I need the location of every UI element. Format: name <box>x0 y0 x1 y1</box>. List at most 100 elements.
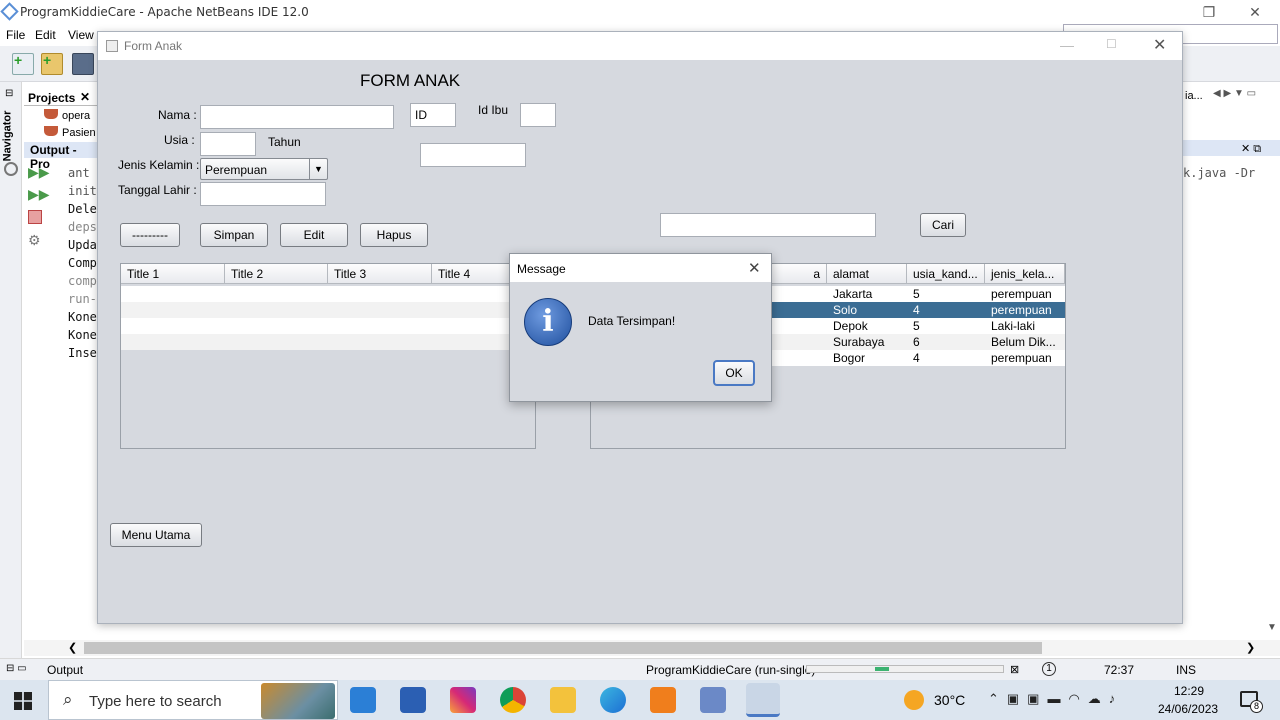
close-projects-icon[interactable]: ✕ <box>80 90 90 104</box>
java-app-icon[interactable] <box>746 683 780 717</box>
column-header[interactable]: alamat <box>827 264 907 284</box>
column-header[interactable]: usia_kand... <box>907 264 985 284</box>
netbeans-logo-icon <box>0 2 19 21</box>
scroll-right-icon[interactable]: ❯ <box>1246 641 1255 654</box>
column-header[interactable]: Title 2 <box>225 264 328 284</box>
tanggal-lahir-input[interactable] <box>200 182 326 206</box>
vscode-style-app-icon[interactable] <box>400 687 426 713</box>
project-item[interactable]: opera <box>30 109 90 122</box>
dialog-close-icon[interactable]: ✕ <box>748 259 761 277</box>
output-line: Comp <box>68 256 97 270</box>
taskbar-search-placeholder: Type here to search <box>89 693 222 710</box>
output-line: Kone <box>68 310 97 324</box>
output-horizontal-scrollbar[interactable]: ❮ ❯ <box>24 640 1280 656</box>
column-header[interactable]: Title 1 <box>121 264 225 284</box>
column-header[interactable]: Title 3 <box>328 264 432 284</box>
tray-icons[interactable]: ⌃▣▣▬◠☁♪ <box>988 691 1123 707</box>
ide-status-bar: ⊟ ▭ Output ProgramKiddieCare (run-single… <box>0 658 1280 680</box>
clock-date[interactable]: 24/06/2023 <box>1158 702 1218 716</box>
project-item[interactable]: Pasien <box>30 126 96 139</box>
close-output-icon[interactable]: ✕ ⧉ <box>1241 142 1261 156</box>
instagram-icon[interactable] <box>450 687 476 713</box>
project-item-label: Pasien <box>62 127 96 139</box>
table-row[interactable] <box>121 286 535 302</box>
stop-task-icon[interactable]: ⊠ <box>1010 663 1019 676</box>
coffee-cup-icon <box>44 109 58 119</box>
menu-edit[interactable]: Edit <box>35 28 56 42</box>
stop-icon[interactable] <box>28 210 42 224</box>
column-header[interactable]: jenis_kela... <box>985 264 1065 284</box>
table-row[interactable] <box>121 302 535 318</box>
chrome-icon[interactable] <box>500 687 526 713</box>
new-file-icon[interactable]: + <box>12 52 34 75</box>
dialog-title-bar: Message ✕ <box>510 254 771 282</box>
menu-utama-button[interactable]: Menu Utama <box>110 523 202 547</box>
table-cell: perempuan <box>991 303 1052 317</box>
projects-tab[interactable]: Projects ✕ <box>24 88 100 106</box>
table-cell: Belum Dik... <box>991 335 1056 349</box>
table-row[interactable] <box>121 318 535 334</box>
blank-button[interactable]: --------- <box>120 223 180 247</box>
ok-button[interactable]: OK <box>713 360 755 386</box>
table-cell: Jakarta <box>833 287 873 301</box>
id-ibu-input[interactable] <box>520 103 556 127</box>
clock-time[interactable]: 12:29 <box>1174 684 1204 698</box>
nama-input[interactable] <box>200 105 394 129</box>
jenis-kelamin-select[interactable]: Perempuan ▼ <box>200 158 328 180</box>
new-project-icon[interactable]: + <box>41 52 63 75</box>
chevron-down-icon[interactable]: ▼ <box>309 159 327 179</box>
weather-temperature[interactable]: 30°C <box>934 692 965 708</box>
output-line: deps <box>68 220 97 234</box>
file-explorer-icon[interactable] <box>550 687 576 713</box>
notifications-badge[interactable]: 1 <box>1042 662 1056 676</box>
simpan-button[interactable]: Simpan <box>200 223 268 247</box>
scroll-down-icon[interactable]: ▼ <box>1267 622 1277 633</box>
form-maximize-button[interactable]: ☐ <box>1106 37 1117 51</box>
virtualbox-icon[interactable] <box>700 687 726 713</box>
table-row[interactable] <box>121 334 535 350</box>
form-heading: FORM ANAK <box>360 71 461 90</box>
jenis-kelamin-label: Jenis Kelamin : <box>118 158 200 172</box>
table-cell: Surabaya <box>833 335 885 349</box>
scroll-left-icon[interactable]: ❮ <box>68 641 77 654</box>
weather-icon[interactable] <box>904 690 924 710</box>
output-tab[interactable]: Output - Pro <box>24 142 100 171</box>
ide-close-button[interactable]: ✕ <box>1240 2 1270 22</box>
ide-restore-button[interactable]: ❐ <box>1194 2 1224 22</box>
open-project-icon[interactable] <box>72 53 94 75</box>
output-status-label[interactable]: Output <box>47 663 83 677</box>
output-status-icon[interactable]: ⊟ ▭ <box>6 663 27 674</box>
usia-input[interactable] <box>200 132 256 156</box>
output-line: comp <box>68 274 97 288</box>
edit-button[interactable]: Edit <box>280 223 348 247</box>
rerun-debug-icon[interactable]: ▶▶ <box>28 186 50 202</box>
extra-input[interactable] <box>420 143 526 167</box>
menu-file[interactable]: File <box>6 28 25 42</box>
project-item-label: opera <box>62 110 91 122</box>
cari-button[interactable]: Cari <box>920 213 966 237</box>
search-icon: ⌕ <box>63 690 73 709</box>
form-close-button[interactable]: ✕ <box>1153 35 1166 55</box>
form-minimize-button[interactable]: — <box>1060 37 1074 53</box>
output-line: Dele <box>68 202 97 216</box>
hapus-button[interactable]: Hapus <box>360 223 428 247</box>
right-tab-label: ia... <box>1185 90 1203 102</box>
output-line: run- <box>68 292 97 306</box>
scrollbar-thumb[interactable] <box>84 642 1042 654</box>
mail-app-icon[interactable] <box>350 687 376 713</box>
navigator-tab[interactable]: Navigator <box>1 111 13 162</box>
taskbar-search-box[interactable]: ⌕ Type here to search <box>48 680 338 720</box>
table-cell: 4 <box>913 351 920 365</box>
history-icon[interactable] <box>4 162 18 176</box>
id-input[interactable] <box>410 103 456 127</box>
rerun-icon[interactable]: ▶▶ <box>28 164 50 180</box>
minimize-icon[interactable]: ⊟ <box>5 88 13 99</box>
windows-start-icon[interactable] <box>14 692 32 710</box>
tabs-nav-icon[interactable]: ◀ ▶ ▼ ▭ <box>1213 88 1256 99</box>
xampp-icon[interactable] <box>650 687 676 713</box>
left-table[interactable]: Title 1 Title 2 Title 3 Title 4 <box>120 263 536 449</box>
settings-icon[interactable]: ⚙ <box>28 232 42 248</box>
menu-view[interactable]: View <box>68 28 94 42</box>
search-input[interactable] <box>660 213 876 237</box>
edge-icon[interactable] <box>600 687 626 713</box>
